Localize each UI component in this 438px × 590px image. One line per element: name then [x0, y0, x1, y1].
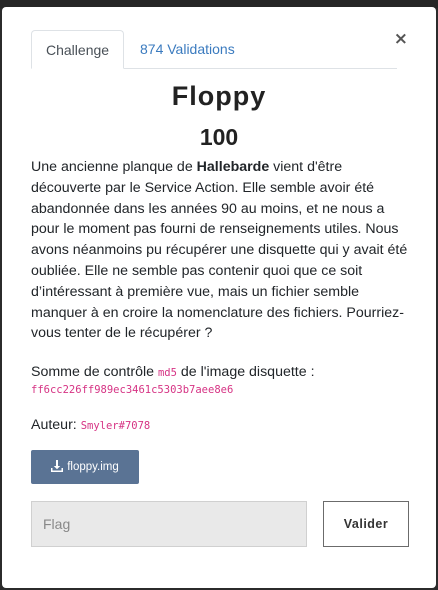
tab-challenge[interactable]: Challenge	[31, 30, 125, 69]
checksum-algo: md5	[157, 367, 177, 379]
checksum-label: Somme de contrôle	[31, 364, 158, 380]
flag-input[interactable]	[31, 501, 307, 547]
download-icon	[51, 460, 64, 472]
checksum-hash: ff6cc226ff989ec3461c5303b7aee8e6	[31, 384, 234, 396]
checksum-line: Somme de contrôle md5 de l'image disquet…	[31, 362, 411, 383]
submit-button[interactable]: Valider	[323, 501, 409, 547]
author-label: Auteur:	[31, 417, 81, 433]
download-label: floppy.img	[67, 461, 119, 473]
challenge-points: 100	[199, 124, 239, 150]
tab-validations[interactable]: 874 Validations	[126, 30, 249, 68]
checksum-label-end: de l'image disquette :	[176, 364, 315, 380]
challenge-title: Floppy	[171, 81, 267, 111]
challenge-description: Une ancienne planque de Hallebarde vient…	[31, 157, 411, 344]
download-button[interactable]: floppy.img	[31, 450, 139, 484]
desc-highlight: Hallebarde	[196, 159, 270, 175]
desc-text-start: Une ancienne planque de	[31, 159, 197, 175]
author-name: Smyler#7078	[80, 420, 151, 432]
modal-tabs: Challenge 874 Validations	[31, 30, 397, 69]
challenge-modal: × Challenge 874 Validations Floppy 100 U…	[2, 7, 436, 588]
desc-text-rest: vient d'être découverte par le Service A…	[31, 159, 408, 342]
author-line: Auteur: Smyler#7078	[31, 417, 150, 433]
